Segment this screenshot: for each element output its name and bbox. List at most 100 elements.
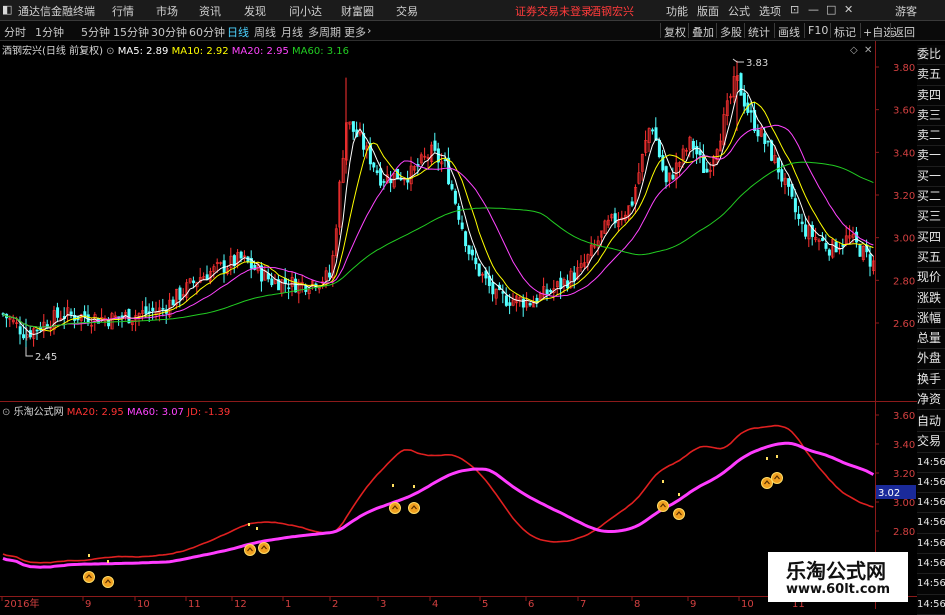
maximize-icon[interactable]: □: [826, 3, 836, 16]
login-status[interactable]: 证券交易未登录: [515, 3, 592, 19]
candle-body: [287, 287, 291, 290]
period-1min[interactable]: 1分钟: [35, 24, 64, 40]
tick-time: 14:56: [917, 595, 945, 615]
tick-time: 14:56: [917, 554, 945, 575]
watermark-title: 乐淘公式网: [786, 559, 886, 583]
candle-body: [491, 282, 495, 295]
minimize-icon[interactable]: —: [808, 3, 819, 16]
y-tick-label: 3.40: [893, 148, 915, 159]
menu-zixun[interactable]: 资讯: [199, 3, 221, 19]
button-back[interactable]: 返回: [893, 24, 915, 40]
quote-item[interactable]: 委比: [917, 45, 945, 66]
kline-chart-area[interactable]: 3.80 3.60 3.40 3.20 3.00 2.80 2.60 3.60 3.40 3.2…: [0, 41, 917, 609]
candle-body: [477, 263, 481, 276]
quote-item[interactable]: 总量: [917, 329, 945, 350]
signal-dot: [766, 457, 768, 460]
quote-item[interactable]: 净资: [917, 390, 945, 411]
app-name: 通达信金融终端: [18, 5, 95, 18]
candle-body: [22, 334, 26, 339]
button-diejia[interactable]: 叠加: [692, 24, 714, 40]
x-tick-label: 5: [482, 599, 488, 609]
signal-coin-icon: [761, 477, 773, 489]
signal-coin-icon: [244, 544, 256, 556]
x-tick-label: 8: [634, 599, 640, 609]
quote-item[interactable]: 买五: [917, 248, 945, 269]
menu-faxian[interactable]: 发现: [244, 3, 266, 19]
ma10-line: [2, 101, 874, 332]
candle-body: [691, 141, 695, 150]
period-multi[interactable]: 多周期: [308, 24, 341, 40]
period-5min[interactable]: 5分钟: [81, 24, 110, 40]
chevron-right-icon[interactable]: ›: [367, 24, 371, 37]
y-tick-label: 2.60: [893, 319, 915, 330]
ind-y-tick-label: 3.00: [893, 498, 915, 509]
guest-label[interactable]: 游客: [895, 3, 917, 19]
menu-xuanxiang[interactable]: 选项: [759, 3, 781, 19]
quote-item[interactable]: 卖二: [917, 126, 945, 147]
menu-jiaoyi[interactable]: 交易: [396, 3, 418, 19]
period-60min[interactable]: 60分钟: [189, 24, 225, 40]
signal-dot: [392, 484, 394, 487]
close-icon[interactable]: ✕: [844, 3, 853, 16]
y-tick-label: 3.20: [893, 191, 915, 202]
quote-item[interactable]: 买二: [917, 187, 945, 208]
button-biaoji[interactable]: 标记: [834, 24, 856, 40]
candle-body: [749, 110, 753, 113]
menu-hangqing[interactable]: 行情: [112, 3, 134, 19]
quote-item[interactable]: 买一: [917, 167, 945, 188]
candle-body: [545, 289, 549, 295]
period-30min[interactable]: 30分钟: [151, 24, 187, 40]
candle-body: [841, 244, 845, 247]
watermark: 乐淘公式网 www.60lt.com: [768, 552, 908, 602]
diamond-icon[interactable]: ◇: [850, 45, 858, 56]
period-fenshi[interactable]: 分时: [4, 24, 26, 40]
quote-item[interactable]: 买四: [917, 228, 945, 248]
trade-label[interactable]: 交易: [917, 432, 945, 453]
menu-gongshi[interactable]: 公式: [728, 3, 750, 19]
close-icon[interactable]: ✕: [864, 45, 872, 56]
quote-item[interactable]: 买三: [917, 207, 945, 228]
candle-body: [787, 178, 791, 187]
quote-item[interactable]: 卖三: [917, 106, 945, 127]
ind-ma60-line: [2, 441, 875, 569]
button-tongji[interactable]: 统计: [748, 24, 770, 40]
settings-icon[interactable]: ⊙: [2, 407, 10, 418]
candle-body: [657, 139, 661, 158]
button-huaxian[interactable]: 画线: [778, 24, 800, 40]
auto-trade-label[interactable]: 自动: [917, 412, 945, 433]
menu-caifuquan[interactable]: 财富圈: [341, 3, 374, 19]
candle-body: [824, 243, 828, 249]
menu-shichang[interactable]: 市场: [156, 3, 178, 19]
period-more[interactable]: 更多: [344, 24, 366, 40]
period-daily[interactable]: 日线: [227, 24, 249, 40]
settings-icon[interactable]: ⊙: [106, 46, 114, 57]
window-control-icon[interactable]: ⊡: [790, 3, 799, 16]
quote-item[interactable]: 换手: [917, 370, 945, 391]
period-weekly[interactable]: 周线: [254, 24, 276, 40]
signal-dot: [662, 480, 664, 483]
y-tick-label: 2.80: [893, 276, 915, 287]
signal-dot: [256, 527, 258, 530]
button-duogu[interactable]: 多股: [720, 24, 742, 40]
candle-body: [780, 169, 784, 182]
quote-item[interactable]: 外盘: [917, 349, 945, 370]
quote-item[interactable]: 卖一: [917, 146, 945, 167]
indicator-lines: [2, 424, 875, 588]
ind-jd-label: JD: -1.39: [187, 407, 231, 418]
quote-item[interactable]: 卖五: [917, 65, 945, 86]
quote-item[interactable]: 涨幅: [917, 309, 945, 330]
candle-body: [504, 295, 508, 306]
button-fuquan[interactable]: 复权: [664, 24, 686, 40]
period-monthly[interactable]: 月线: [281, 24, 303, 40]
period-15min[interactable]: 15分钟: [113, 24, 149, 40]
menu-gongneng[interactable]: 功能: [666, 3, 688, 19]
quote-item[interactable]: 卖四: [917, 86, 945, 106]
quote-item[interactable]: 涨跌: [917, 289, 945, 309]
menu-banmian[interactable]: 版面: [697, 3, 719, 19]
candle-body: [756, 129, 760, 137]
candle-body: [742, 92, 746, 107]
main-legend: 酒钢宏兴(日线 前复权) ⊙ MA5: 2.89 MA10: 2.92 MA20…: [2, 42, 349, 57]
button-f10[interactable]: F10: [808, 24, 828, 37]
quote-item[interactable]: 现价: [917, 268, 945, 289]
menu-wenxiaoda[interactable]: 问小达: [289, 3, 322, 19]
